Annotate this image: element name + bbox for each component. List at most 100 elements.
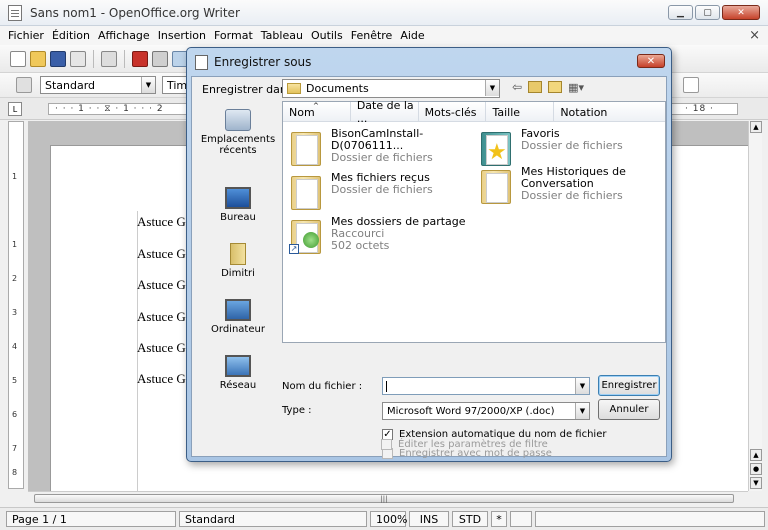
minimize-button[interactable]: ▁ (668, 5, 693, 20)
maximize-button[interactable]: ▢ (695, 5, 720, 20)
file-item[interactable]: Mes Historiques de Conversation Dossier … (479, 166, 659, 216)
type-label: Type : (282, 405, 312, 416)
up-folder-icon[interactable] (528, 81, 543, 93)
column-rating[interactable]: Notation (554, 102, 665, 122)
ruler-mark: 1 (12, 172, 18, 181)
window-titlebar: Sans nom1 - OpenOffice.org Writer ▁ ▢ ✕ (0, 0, 768, 26)
edit-file-icon[interactable] (101, 50, 117, 67)
column-name[interactable]: Nom ^ (283, 102, 351, 122)
place-user[interactable]: Dimitri (198, 243, 278, 279)
selection-mode-indicator[interactable]: STD (452, 511, 488, 527)
column-size[interactable]: Taille (486, 102, 555, 122)
new-document-icon[interactable] (10, 50, 26, 67)
navigator-icon[interactable]: ● (750, 463, 762, 475)
menu-insertion[interactable]: Insertion (154, 29, 210, 42)
menu-fichier[interactable]: Fichier (4, 29, 48, 42)
file-list[interactable]: Nom ^ Date de la ... Mots-clés Taille No… (282, 99, 666, 343)
menu-tableau[interactable]: Tableau (257, 29, 307, 42)
styles-icon[interactable] (16, 77, 32, 93)
place-label: Dimitri (221, 268, 255, 279)
ruler-mark: 8 (12, 468, 18, 477)
print-icon[interactable] (152, 50, 168, 67)
paragraph-style-combo[interactable]: Standard ▼ (40, 76, 156, 94)
place-recent[interactable]: Emplacements récents (198, 109, 278, 156)
menu-bar: Fichier Édition Affichage Insertion Form… (0, 26, 768, 45)
chevron-down-icon[interactable]: ▼ (575, 403, 589, 419)
place-label: Réseau (219, 380, 257, 391)
ruler-marks-right: · 18 · (685, 104, 714, 114)
tab-stop-selector[interactable]: L (8, 102, 22, 116)
new-folder-icon[interactable] (548, 81, 563, 93)
back-arrow-icon[interactable]: ⇦ (512, 80, 522, 94)
column-keywords[interactable]: Mots-clés (419, 102, 487, 122)
vertical-scrollbar[interactable]: ▲ ▲ ● ▼ (748, 121, 762, 491)
menu-format[interactable]: Format (210, 29, 257, 42)
file-type: Dossier de fichiers (331, 151, 433, 164)
filename-input[interactable]: ▼ (382, 377, 590, 395)
dialog-close-button[interactable]: ✕ (637, 54, 665, 68)
close-document-icon[interactable]: × (749, 28, 760, 43)
ruler-mark: 1 (12, 240, 18, 249)
window-title: Sans nom1 - OpenOffice.org Writer (30, 5, 240, 20)
horizontal-scroll-thumb[interactable]: ||| (34, 494, 734, 503)
signature-indicator[interactable] (510, 511, 532, 527)
close-window-button[interactable]: ✕ (722, 5, 760, 20)
place-desktop[interactable]: Bureau (198, 187, 278, 223)
places-bar: Emplacements récents Bureau Dimitri Ordi… (198, 101, 278, 391)
shared-folder-shortcut-icon: ↗ (289, 216, 323, 256)
user-folder-icon (230, 243, 246, 265)
modified-indicator: * (491, 511, 507, 527)
font-name-value: Tim (167, 78, 188, 92)
menu-aide[interactable]: Aide (396, 29, 428, 42)
file-name: Mes Historiques de Conversation (521, 165, 626, 190)
save-in-combo[interactable]: Documents ▼ (282, 79, 500, 98)
open-folder-icon[interactable] (30, 50, 46, 67)
menu-outils[interactable]: Outils (307, 29, 347, 42)
next-page-icon[interactable]: ▼ (750, 477, 762, 489)
place-network[interactable]: Réseau (198, 355, 278, 391)
file-type-combo[interactable]: Microsoft Word 97/2000/XP (.doc) ▼ (382, 402, 590, 420)
text-caret (386, 381, 387, 392)
file-item[interactable]: BisonCamInstall-D(0706111... Dossier de … (289, 128, 469, 172)
menu-fenetre[interactable]: Fenêtre (347, 29, 397, 42)
paragraph-style-value: Standard (45, 78, 96, 92)
folder-icon (287, 83, 301, 94)
page-style-indicator[interactable]: Standard (179, 511, 367, 527)
previous-page-icon[interactable]: ▲ (750, 449, 762, 461)
save-icon[interactable] (50, 50, 66, 67)
horizontal-scrollbar[interactable]: ||| (28, 491, 748, 505)
insert-mode-indicator[interactable]: INS (409, 511, 449, 527)
column-label: Mots-clés (424, 105, 477, 119)
sort-ascending-icon: ^ (313, 102, 319, 110)
highlight-icon[interactable] (683, 77, 699, 93)
cancel-button[interactable]: Annuler (598, 399, 660, 420)
computer-icon (225, 299, 251, 321)
place-label: Ordinateur (211, 324, 265, 335)
save-in-value: Documents (306, 82, 369, 95)
page-indicator[interactable]: Page 1 / 1 (6, 511, 176, 527)
desktop-icon (225, 187, 251, 209)
column-date[interactable]: Date de la ... (351, 99, 419, 125)
save-button[interactable]: Enregistrer (598, 375, 660, 396)
menu-affichage[interactable]: Affichage (94, 29, 154, 42)
ruler-mark: 2 (12, 274, 18, 283)
scroll-up-icon[interactable]: ▲ (750, 121, 762, 133)
file-item[interactable]: Mes fichiers reçus Dossier de fichiers (289, 172, 469, 216)
export-pdf-icon[interactable] (132, 50, 148, 67)
menu-edition[interactable]: Édition (48, 29, 94, 42)
navigation-toolbar: ⇦ ▦▾ (512, 80, 584, 94)
checkbox-label: Éditer les paramètres de filtre (398, 439, 548, 450)
chevron-down-icon[interactable]: ▼ (141, 77, 155, 93)
chevron-down-icon[interactable]: ▼ (485, 80, 499, 96)
recent-places-icon (225, 109, 251, 131)
checkbox-box (381, 439, 392, 450)
mail-icon[interactable] (70, 50, 86, 67)
chevron-down-icon[interactable]: ▼ (575, 378, 589, 394)
file-name: BisonCamInstall-D(0706111... (331, 127, 424, 152)
zoom-indicator[interactable]: 100% (370, 511, 407, 527)
ruler-marks: · · · 1 · · ⧖ · 1 · · · 2 (55, 104, 164, 114)
view-menu-icon[interactable]: ▦▾ (568, 81, 584, 94)
place-computer[interactable]: Ordinateur (198, 299, 278, 335)
window-controls: ▁ ▢ ✕ (668, 5, 760, 20)
file-item[interactable]: ↗ Mes dossiers de partage Raccourci 502 … (289, 216, 469, 266)
